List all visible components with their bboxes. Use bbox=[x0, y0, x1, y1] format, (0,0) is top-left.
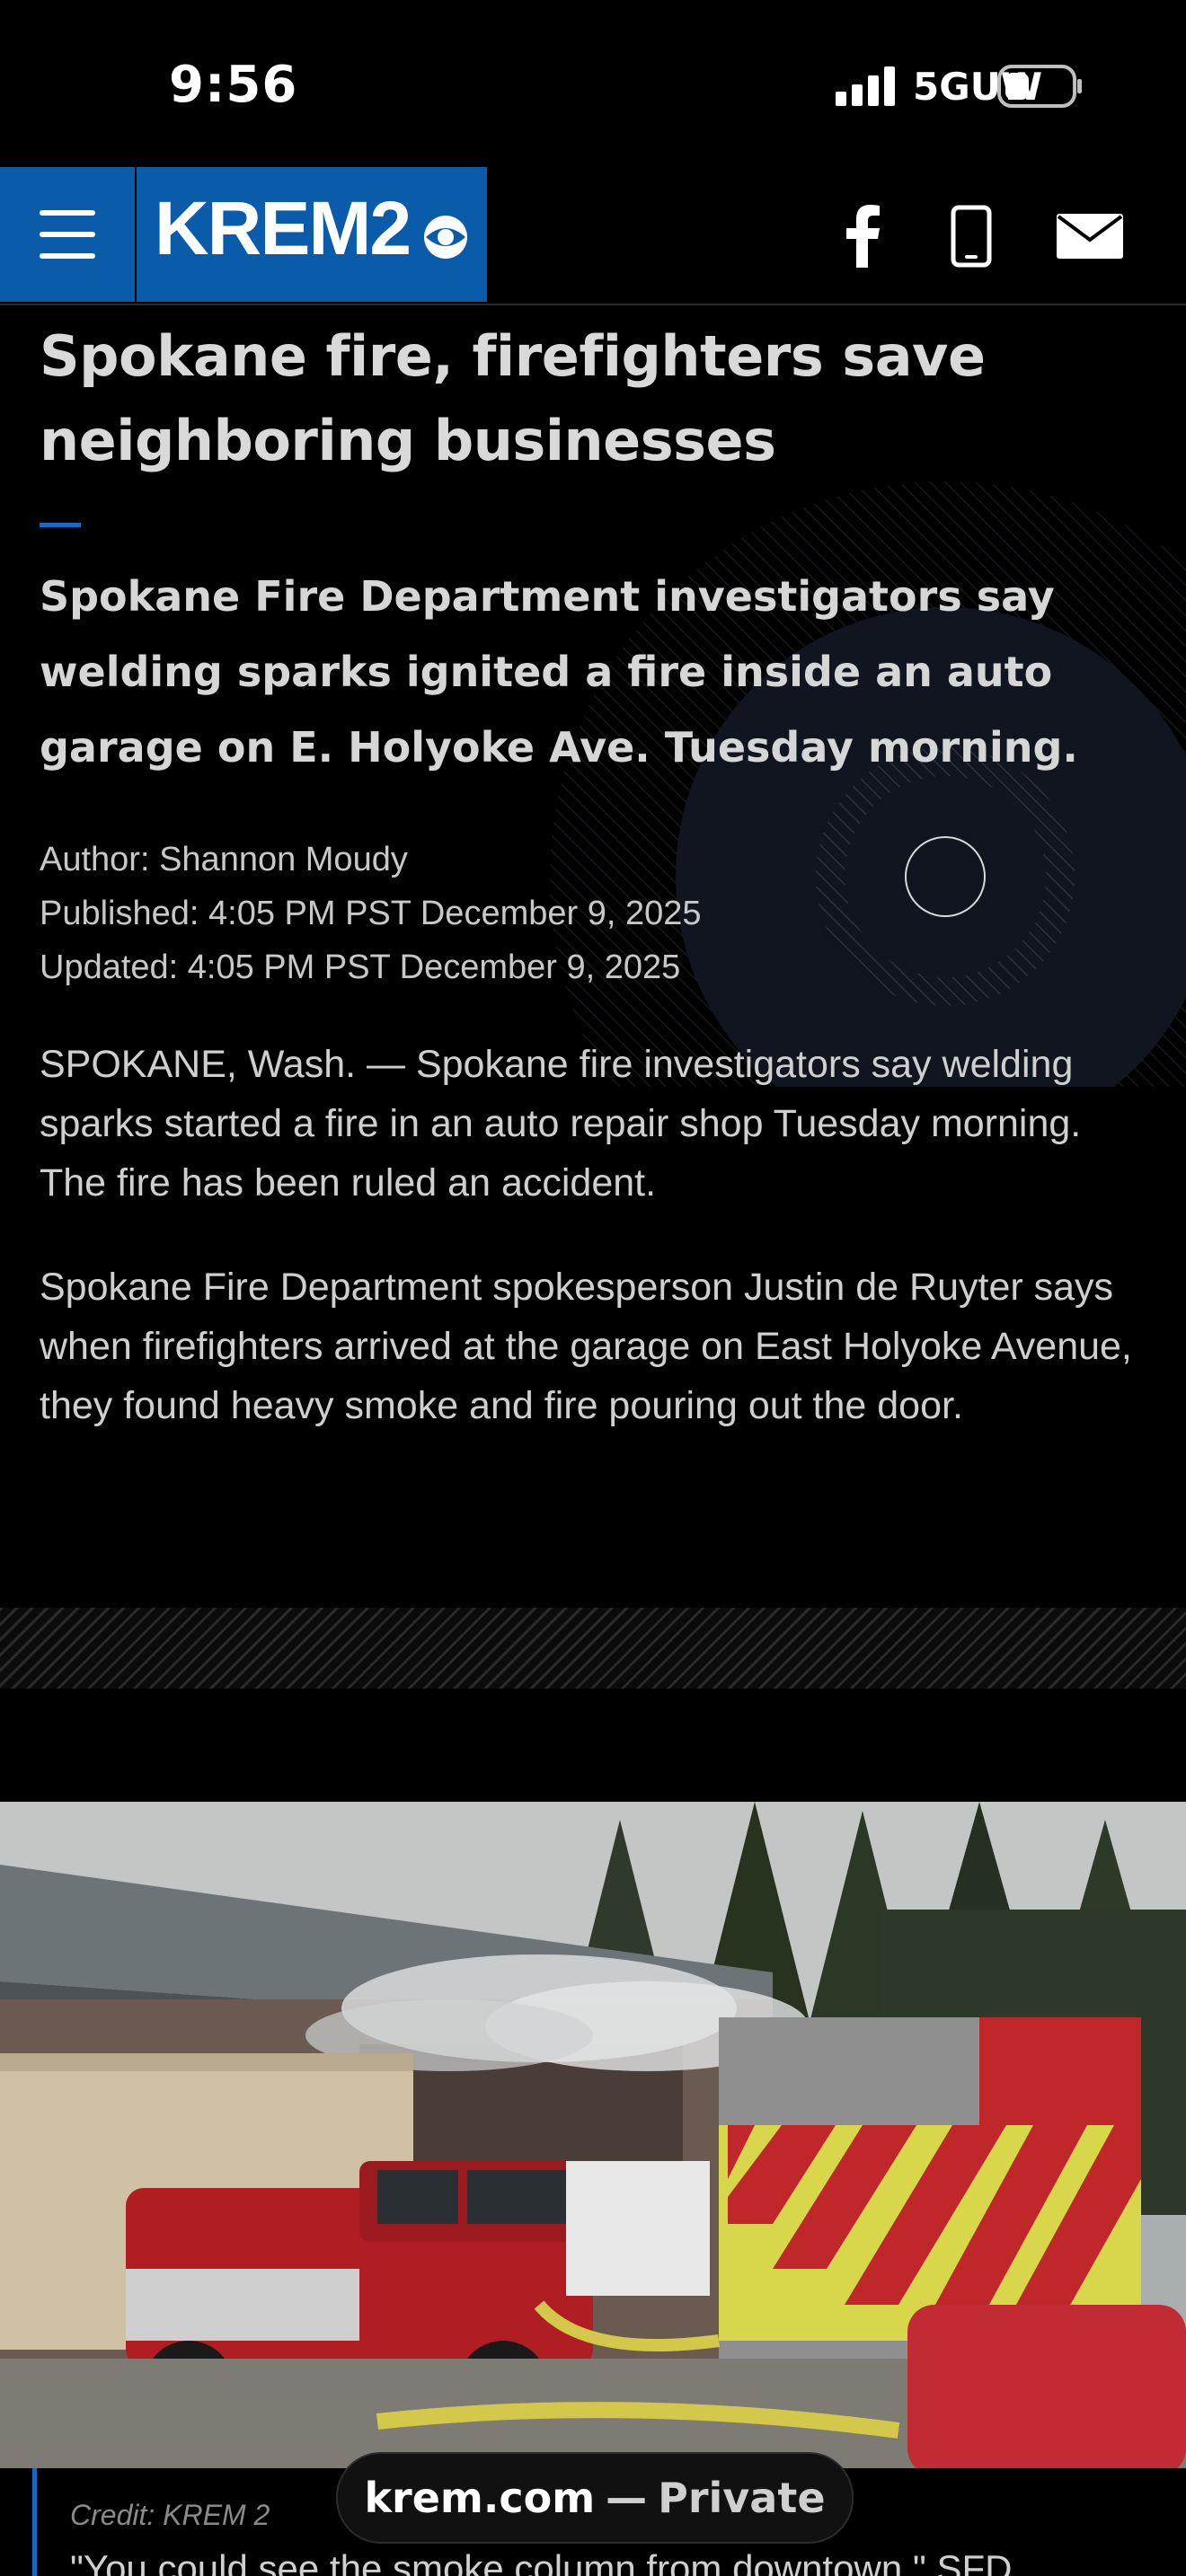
article-paragraph: SPOKANE, Wash. — Spokane fire investigat… bbox=[40, 1043, 1082, 1204]
hamburger-menu-icon-bar bbox=[40, 232, 95, 237]
url-domain: krem.com bbox=[364, 2474, 596, 2522]
article-headline: Spokane fire, firefighters save neighbor… bbox=[40, 323, 986, 473]
article-summary: Spokane Fire Department investigators sa… bbox=[40, 572, 1078, 772]
page: 9:56 5GUW KREM2 Spokane fire, firefighte… bbox=[0, 0, 1186, 2576]
article-paragraph: "You could see the smoke column from dow… bbox=[70, 2547, 1013, 2576]
article-updated: Updated: 4:05 PM PST December 9, 2025 bbox=[40, 948, 681, 986]
url-separator: — bbox=[606, 2474, 648, 2522]
battery-icon bbox=[997, 65, 1082, 108]
fire-scene-illustration bbox=[0, 1802, 1186, 2468]
hamburger-menu-icon-bar bbox=[40, 253, 95, 259]
logo-text: KREM2 bbox=[155, 186, 412, 270]
article-paragraph: Spokane Fire Department spokesperson Jus… bbox=[40, 1266, 1132, 1427]
headline-accent-rule bbox=[40, 523, 81, 527]
mail-icon[interactable] bbox=[1057, 214, 1123, 259]
status-time: 9:56 bbox=[169, 56, 298, 114]
article-author: Author: Shannon Moudy bbox=[40, 841, 408, 878]
fire-scene-photo[interactable] bbox=[0, 1802, 1186, 2468]
section-divider-band bbox=[0, 1608, 1186, 1689]
facebook-icon[interactable] bbox=[843, 205, 882, 268]
mobile-phone-icon[interactable] bbox=[951, 205, 992, 268]
status-bar: 9:56 5GUW bbox=[0, 0, 1186, 167]
article-published: Published: 4:05 PM PST December 9, 2025 bbox=[40, 895, 702, 932]
caption-accent-rule bbox=[32, 2468, 37, 2576]
browser-url-pill[interactable]: krem.com — Private bbox=[336, 2452, 854, 2544]
hamburger-menu-icon bbox=[40, 210, 95, 216]
krem2-logo-link[interactable]: KREM2 bbox=[137, 167, 487, 302]
hamburger-menu-button[interactable] bbox=[0, 167, 135, 302]
photo-credit: Credit: KREM 2 bbox=[70, 2499, 270, 2531]
cbs-eye-icon bbox=[424, 216, 467, 259]
signal-bars-icon bbox=[836, 66, 895, 106]
browsing-mode-label: Private bbox=[658, 2474, 826, 2522]
site-nav-bar: KREM2 bbox=[0, 167, 1186, 305]
